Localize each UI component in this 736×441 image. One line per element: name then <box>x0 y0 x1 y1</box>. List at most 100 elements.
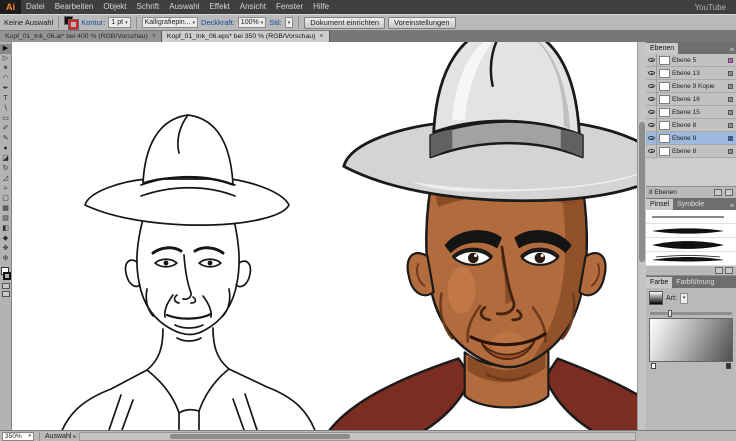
scale-tool[interactable]: ◿ <box>0 174 12 184</box>
pen-tool[interactable]: ✒ <box>0 84 12 94</box>
document-tab-2[interactable]: Kopf_01_Ink_06.eps* bei 350 % (RGB/Vorsc… <box>162 31 330 42</box>
gradient-ramp[interactable] <box>649 318 733 362</box>
stroke-weight-dropdown[interactable]: 1 pt ▾ <box>108 17 130 28</box>
menu-item-datei[interactable]: Datei <box>21 0 50 14</box>
layer-name[interactable]: Ebene 8 <box>672 148 728 155</box>
lasso-tool[interactable]: ◠ <box>0 74 12 84</box>
layer-name[interactable]: Ebene 16 <box>672 96 728 103</box>
mesh-tool[interactable]: ▤ <box>0 214 12 224</box>
draw-mode-button[interactable] <box>2 283 10 289</box>
status-readout[interactable]: Auswahl ▸ <box>45 433 76 440</box>
delete-layer-icon[interactable] <box>725 189 733 196</box>
horizontal-scrollbar[interactable] <box>79 432 636 441</box>
layer-name[interactable]: Ebene 9 <box>672 135 728 142</box>
blend-tool[interactable]: ✥ <box>0 244 12 254</box>
slider-knob[interactable] <box>668 310 672 317</box>
layer-color-chip[interactable] <box>728 149 733 154</box>
gradient-swatch[interactable] <box>649 291 663 305</box>
layer-color-chip[interactable] <box>728 71 733 76</box>
delete-brush-icon[interactable] <box>725 267 733 274</box>
pencil-tool[interactable]: ✎ <box>0 134 12 144</box>
tab-farbfuehrung[interactable]: Farbführung <box>672 277 718 288</box>
layer-row[interactable]: Ebene 8 <box>646 119 736 132</box>
blob-brush-tool[interactable]: ● <box>0 144 12 154</box>
preferences-button[interactable]: Voreinstellungen <box>388 17 455 29</box>
perspective-grid-tool[interactable]: ▦ <box>0 204 12 214</box>
zoom-tool[interactable]: ⊕ <box>0 254 12 264</box>
layer-color-chip[interactable] <box>728 84 733 89</box>
style-dropdown[interactable]: ▾ <box>285 17 294 28</box>
layer-row[interactable]: Ebene 15 <box>646 106 736 119</box>
layer-row[interactable]: Ebene 9 Kopie <box>646 80 736 93</box>
menu-item-objekt[interactable]: Objekt <box>98 0 131 14</box>
paintbrush-tool[interactable]: ✐ <box>0 124 12 134</box>
document-tab-1[interactable]: Kopf_01_Ink_06.ai* bei 400 % (RGB/Vorsch… <box>0 31 162 42</box>
layer-row[interactable]: Ebene 16 <box>646 93 736 106</box>
opacity-dropdown[interactable]: 100% ▾ <box>238 17 266 28</box>
layer-name[interactable]: Ebene 15 <box>672 109 728 116</box>
visibility-toggle[interactable] <box>646 54 657 67</box>
new-brush-icon[interactable] <box>715 267 723 274</box>
eyedropper-tool[interactable]: ◆ <box>0 234 12 244</box>
horizontal-scrollbar-thumb[interactable] <box>170 434 350 439</box>
visibility-toggle[interactable] <box>646 132 657 145</box>
menu-item-hilfe[interactable]: Hilfe <box>308 0 334 14</box>
menu-item-ansicht[interactable]: Ansicht <box>235 0 271 14</box>
brush-item[interactable] <box>646 224 736 238</box>
brush-dropdown[interactable]: Kalligrafiepin... ▾ <box>142 17 198 28</box>
fill-stroke-swatch[interactable] <box>64 16 78 29</box>
gradient-slider[interactable] <box>650 312 732 315</box>
stroke-label[interactable]: Kontur: <box>81 18 105 27</box>
gradient-stop-start[interactable] <box>651 363 656 369</box>
opacity-label[interactable]: Deckkraft: <box>201 18 235 27</box>
brush-item[interactable] <box>646 238 736 252</box>
visibility-toggle[interactable] <box>646 80 657 93</box>
selection-tool[interactable]: ▶ <box>0 44 12 54</box>
brush-item[interactable] <box>646 252 736 266</box>
rectangle-tool[interactable]: ▭ <box>0 114 12 124</box>
panel-menu-icon[interactable]: ≡ <box>730 203 736 210</box>
type-tool[interactable]: T <box>0 94 12 104</box>
layer-color-chip[interactable] <box>728 123 733 128</box>
line-tool[interactable]: ∖ <box>0 104 12 114</box>
direct-selection-tool[interactable]: ▷ <box>0 54 12 64</box>
magic-wand-tool[interactable]: ✶ <box>0 64 12 74</box>
tab-symbole[interactable]: Symbole <box>673 199 708 210</box>
menu-item-schrift[interactable]: Schrift <box>132 0 165 14</box>
layer-color-chip[interactable] <box>728 58 733 63</box>
eraser-tool[interactable]: ◪ <box>0 154 12 164</box>
vertical-scrollbar-thumb[interactable] <box>639 122 645 262</box>
brush-item[interactable] <box>646 210 736 224</box>
menu-item-auswahl[interactable]: Auswahl <box>164 0 204 14</box>
layer-row[interactable]: Ebene 8 <box>646 145 736 158</box>
visibility-toggle[interactable] <box>646 106 657 119</box>
style-label[interactable]: Stil: <box>269 18 282 27</box>
stroke-swatch[interactable] <box>3 272 11 280</box>
tab-farbe[interactable]: Farbe <box>646 277 672 288</box>
gradient-tool[interactable]: ◧ <box>0 224 12 234</box>
layer-row-selected[interactable]: Ebene 9 <box>646 132 736 145</box>
document-canvas[interactable] <box>12 42 637 430</box>
layer-color-chip[interactable] <box>728 97 733 102</box>
screen-mode-button[interactable] <box>2 291 10 297</box>
stroke-swatch[interactable] <box>69 20 78 29</box>
visibility-toggle[interactable] <box>646 93 657 106</box>
layer-row[interactable]: Ebene 5 <box>646 54 736 67</box>
layer-color-chip[interactable] <box>728 110 733 115</box>
width-tool[interactable]: ≈ <box>0 184 12 194</box>
menu-item-fenster[interactable]: Fenster <box>271 0 308 14</box>
toolbar-fill-stroke[interactable] <box>0 267 12 281</box>
zoom-level-dropdown[interactable]: 350% ▾ <box>2 432 34 441</box>
tab-pinsel[interactable]: Pinsel <box>646 199 673 210</box>
layer-row[interactable]: Ebene 13 <box>646 67 736 80</box>
layer-name[interactable]: Ebene 13 <box>672 70 728 77</box>
vertical-scrollbar[interactable] <box>637 42 646 430</box>
free-transform-tool[interactable]: ▢ <box>0 194 12 204</box>
document-setup-button[interactable]: Dokument einrichten <box>304 17 385 29</box>
gradient-stop-end[interactable] <box>726 363 731 369</box>
menu-item-bearbeiten[interactable]: Bearbeiten <box>50 0 99 14</box>
menu-item-effekt[interactable]: Effekt <box>204 0 234 14</box>
close-icon[interactable]: × <box>319 33 323 40</box>
layer-name[interactable]: Ebene 5 <box>672 57 728 64</box>
layer-name[interactable]: Ebene 9 Kopie <box>672 83 728 90</box>
